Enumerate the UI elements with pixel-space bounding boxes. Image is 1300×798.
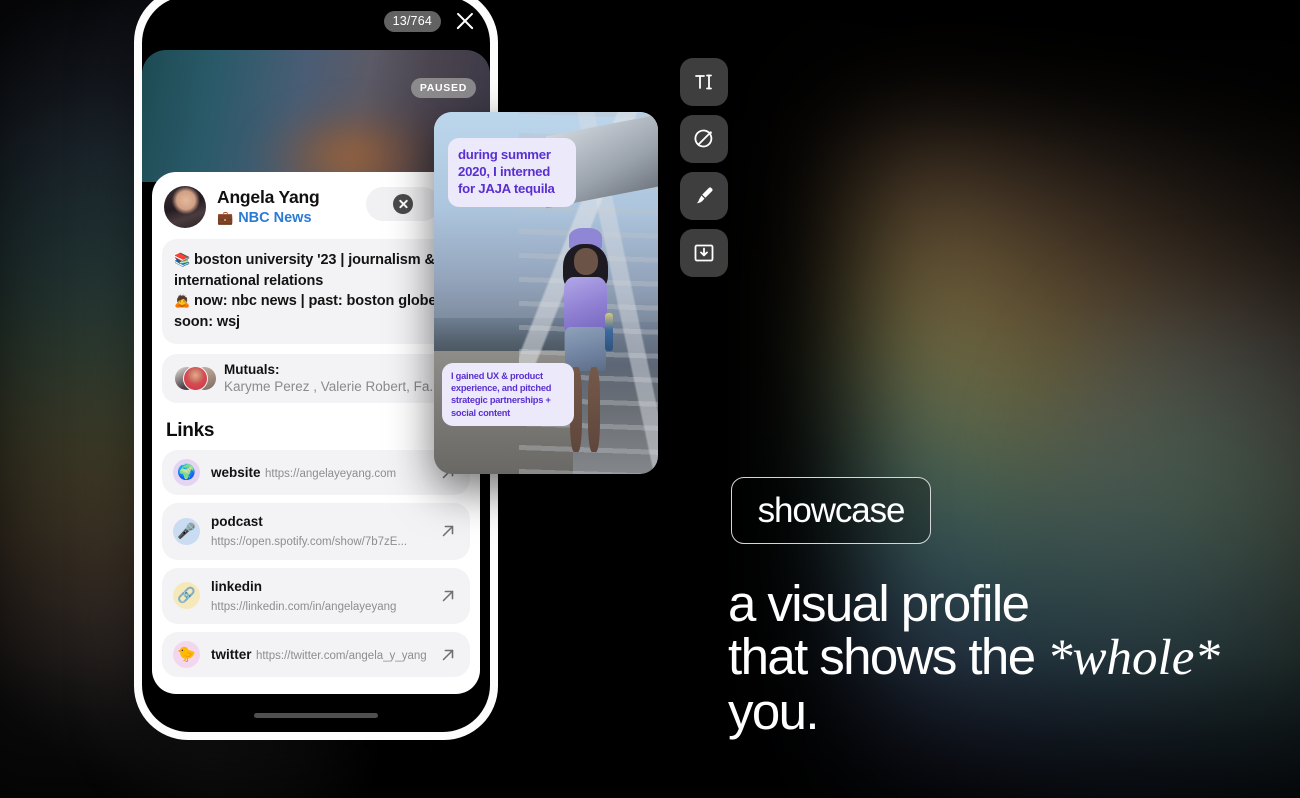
text-tool-button[interactable] bbox=[680, 58, 728, 106]
tagline-emphasis: *whole* bbox=[1047, 630, 1220, 686]
person-shorts bbox=[565, 326, 606, 372]
arrow-up-right-icon bbox=[442, 590, 454, 602]
person-leg bbox=[587, 366, 600, 453]
link-label: linkedin bbox=[211, 578, 263, 594]
mutual-avatar bbox=[183, 365, 208, 391]
link-row-twitter[interactable]: 🐤 twitter https://twitter.com/angela_y_y… bbox=[162, 632, 470, 677]
bowing-person-icon: 🙇 bbox=[174, 293, 191, 309]
arrow-up-right-icon bbox=[442, 526, 454, 537]
sticker-tool-button[interactable] bbox=[680, 115, 728, 163]
mutuals-title: Mutuals: bbox=[224, 362, 280, 378]
editor-toolbar bbox=[680, 58, 728, 277]
link-url: https://twitter.com/angela_y_yang bbox=[255, 649, 427, 662]
showcase-logo-text: showcase bbox=[757, 490, 906, 530]
link-url: https://linkedin.com/in/angelayeyang bbox=[211, 600, 397, 613]
story-preview-card[interactable]: during summer 2020, I interned for JAJA … bbox=[434, 112, 658, 474]
link-label: twitter bbox=[211, 646, 252, 662]
link-label: website bbox=[211, 465, 261, 481]
mutuals-card[interactable]: Mutuals: Karyme Perez , Valerie Robert, … bbox=[162, 354, 470, 404]
mutuals-avatar-stack bbox=[174, 365, 217, 392]
tagline-line-3: you. bbox=[728, 683, 820, 740]
person-bottle bbox=[605, 313, 614, 352]
microphone-icon: 🎤 bbox=[173, 517, 200, 545]
avatar[interactable] bbox=[164, 186, 206, 228]
bio-line-2: 🙇 now: nbc news | past: boston globe bbox=[174, 291, 458, 312]
person-top bbox=[564, 277, 608, 334]
mutuals-text: Mutuals: Karyme Perez , Valerie Robert, … bbox=[224, 362, 464, 395]
profile-identity: Angela Yang 💼 NBC News bbox=[217, 187, 320, 226]
home-indicator[interactable] bbox=[254, 713, 378, 718]
link-text: website https://angelayeyang.com bbox=[211, 463, 428, 482]
close-circle-icon bbox=[393, 194, 413, 214]
tagline-line-2-plain: that shows the bbox=[728, 628, 1048, 685]
link-text: twitter https://twitter.com/angela_y_yan… bbox=[211, 645, 428, 664]
link-label: podcast bbox=[211, 514, 263, 530]
bio-line-1-text: boston university '23 | journalism & bbox=[194, 252, 435, 268]
app-canvas: 13/764 PAUSED Angela Yang 💼 NBC News 📚 b… bbox=[0, 0, 1300, 798]
tagline-line-2: that shows the *whole* bbox=[728, 631, 1268, 684]
profile-sheet: Angela Yang 💼 NBC News 📚 boston universi… bbox=[152, 172, 480, 694]
story-caption-top[interactable]: during summer 2020, I interned for JAJA … bbox=[448, 138, 576, 207]
story-status-bar: 13/764 bbox=[383, 10, 476, 32]
arrow-up-right-icon bbox=[442, 649, 454, 660]
books-icon: 📚 bbox=[174, 252, 191, 267]
bio-line-1: 📚 boston university '23 | journalism & bbox=[174, 250, 458, 271]
link-row-linkedin[interactable]: 🔗 linkedin https://linkedin.com/in/angel… bbox=[162, 567, 470, 624]
chain-link-icon: 🔗 bbox=[173, 582, 200, 610]
brush-tool-button[interactable] bbox=[680, 172, 728, 220]
links-heading: Links bbox=[166, 420, 215, 442]
download-tray-icon bbox=[694, 244, 714, 262]
briefcase-icon: 💼 bbox=[217, 210, 234, 226]
baby-chick-icon: 🐤 bbox=[173, 641, 200, 668]
circle-slash-icon bbox=[694, 129, 713, 148]
profile-org: 💼 NBC News bbox=[217, 210, 320, 226]
link-text: podcast https://open.spotify.com/show/7b… bbox=[211, 512, 428, 550]
paintbrush-icon bbox=[696, 187, 713, 204]
profile-name: Angela Yang bbox=[217, 187, 320, 208]
link-row-podcast[interactable]: 🎤 podcast https://open.spotify.com/show/… bbox=[162, 503, 470, 560]
link-url: https://angelayeyang.com bbox=[264, 468, 397, 481]
paused-badge: PAUSED bbox=[410, 78, 476, 98]
bio-line-2-text: now: nbc news | past: boston globe bbox=[194, 293, 437, 310]
text-cursor-icon bbox=[695, 74, 712, 90]
link-row-website[interactable]: 🌍 website https://angelayeyang.com bbox=[162, 450, 470, 496]
save-tool-button[interactable] bbox=[680, 229, 728, 277]
profile-org-label: NBC News bbox=[238, 209, 312, 226]
mutuals-names: Karyme Perez , Valerie Robert, Fa... + 8 bbox=[224, 378, 464, 394]
tagline: a visual profile that shows the *whole* … bbox=[728, 578, 1268, 739]
link-url: https://open.spotify.com/show/7b7zE... bbox=[211, 536, 408, 549]
bio-line-1-cont: international relations bbox=[174, 272, 324, 289]
story-counter: 13/764 bbox=[383, 10, 441, 32]
close-icon[interactable] bbox=[454, 10, 476, 32]
profile-bio-card: 📚 boston university '23 | journalism & i… bbox=[162, 239, 470, 345]
person-face bbox=[573, 248, 598, 275]
showcase-logo-badge: showcase bbox=[731, 477, 931, 544]
bio-line-2-cont: soon: wsj bbox=[174, 313, 240, 330]
dismiss-profile-button[interactable] bbox=[366, 187, 440, 221]
tagline-line-1: a visual profile bbox=[728, 575, 1030, 632]
story-caption-bottom[interactable]: I gained UX & product experience, and pi… bbox=[442, 362, 574, 426]
profile-header: Angela Yang 💼 NBC News bbox=[162, 184, 470, 228]
globe-icon: 🌍 bbox=[173, 459, 200, 487]
link-text: linkedin https://linkedin.com/in/angelay… bbox=[211, 577, 428, 615]
